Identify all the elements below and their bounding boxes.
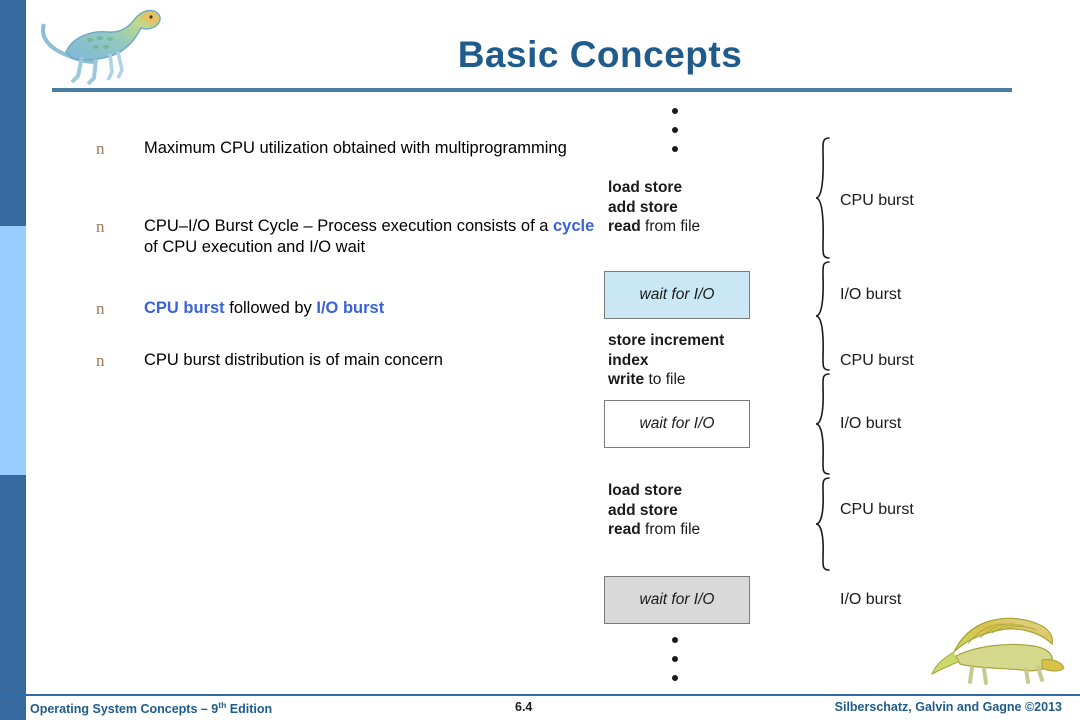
highlight-term: I/O burst [316, 299, 385, 317]
page-title: Basic Concepts [457, 34, 743, 75]
list-item-text: CPU burst distribution is of main concer… [144, 351, 443, 369]
list-item-text: CPU–I/O Burst Cycle – Process execution … [144, 217, 595, 256]
list-item-text: Maximum CPU utilization obtained with mu… [144, 139, 567, 157]
brace-column-icon [815, 136, 835, 636]
dinosaur-logo-icon [38, 2, 168, 90]
wait-for-io-label: wait for I/O [639, 286, 715, 303]
code-block-3: load store add store read from file [608, 482, 701, 538]
bullet-marker-icon: n [96, 139, 105, 158]
highlight-term: CPU burst [144, 299, 225, 317]
sidebar-band-bottom [0, 475, 26, 720]
wait-for-io-label: wait for I/O [639, 415, 715, 432]
cpu-io-burst-figure: load store add store read from file wait… [600, 100, 980, 690]
ellipsis-bottom-icon [672, 637, 682, 694]
bullet-list: n Maximum CPU utilization obtained with … [96, 138, 596, 370]
sidebar-band-top [0, 0, 26, 226]
footer-page-number: 6.4 [515, 700, 533, 714]
bullet-marker-icon: n [96, 217, 105, 236]
code-block-2: store increment index write to file [608, 332, 725, 388]
list-item: n CPU burst followed by I/O burst [96, 298, 384, 319]
highlight-term: cycle [553, 217, 595, 235]
wait-for-io-label: wait for I/O [639, 591, 715, 608]
burst-label-cpu-1: CPU burst [840, 192, 914, 209]
ellipsis-top-icon [672, 108, 682, 165]
burst-label-cpu-2: CPU burst [840, 352, 914, 369]
wait-for-io-box-3: wait for I/O [604, 576, 750, 624]
sidebar-band-middle [0, 226, 26, 475]
list-item-text: CPU burst followed by I/O burst [144, 299, 385, 317]
list-item: n CPU burst distribution is of main conc… [96, 350, 443, 371]
burst-label-io-3: I/O burst [840, 591, 902, 608]
title-divider [52, 88, 1012, 92]
footer-divider [0, 694, 1080, 696]
list-item: n CPU–I/O Burst Cycle – Process executio… [96, 216, 596, 258]
bullet-marker-icon: n [96, 299, 105, 318]
slide-canvas: Basic Concepts n Maximum CPU utilization… [0, 0, 1080, 720]
burst-label-io-2: I/O burst [840, 415, 902, 432]
footer-edition: Operating System Concepts – 9th Edition [30, 700, 273, 717]
wait-for-io-box-2: wait for I/O [604, 400, 750, 448]
footer-copyright: Silberschatz, Galvin and Gagne ©2013 [834, 700, 1062, 714]
code-block-1: load store add store read from file [608, 179, 701, 235]
burst-label-io-1: I/O burst [840, 286, 902, 303]
burst-label-cpu-3: CPU burst [840, 501, 914, 518]
list-item: n Maximum CPU utilization obtained with … [96, 138, 596, 159]
bullet-marker-icon: n [96, 351, 105, 370]
wait-for-io-box-1: wait for I/O [604, 271, 750, 319]
dimetrodon-logo-icon [930, 612, 1070, 692]
